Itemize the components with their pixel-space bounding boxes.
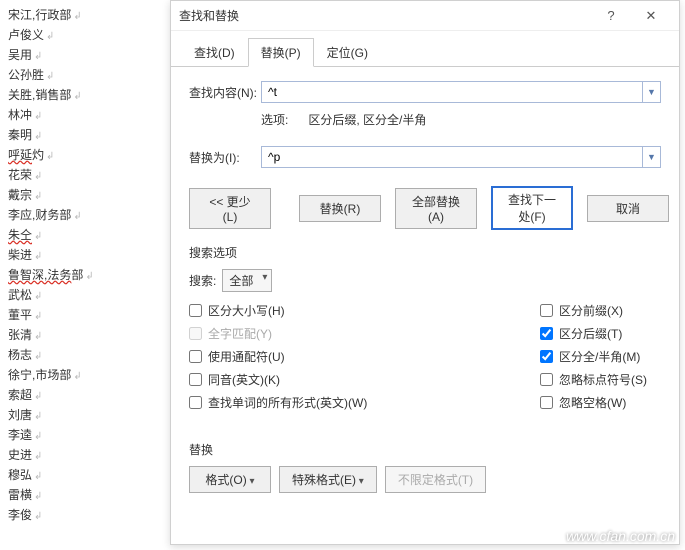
no-format-button: 不限定格式(T)	[385, 466, 486, 493]
find-input-combo: ▼	[261, 81, 661, 103]
doc-line: 史进↲	[8, 446, 162, 466]
close-button[interactable]: ✕	[631, 8, 671, 24]
chk-whole-word: 全字匹配(Y)	[189, 325, 410, 342]
doc-line: 杨志↲	[8, 346, 162, 366]
special-format-button[interactable]: 特殊格式(E)	[279, 466, 377, 493]
tab-replace[interactable]: 替换(P)	[248, 38, 314, 67]
replace-input[interactable]	[262, 147, 642, 167]
replace-format-section: 替换 格式(O) 特殊格式(E) 不限定格式(T)	[189, 441, 661, 493]
doc-line: 张清↲	[8, 326, 162, 346]
doc-line: 林冲↲	[8, 106, 162, 126]
tab-goto[interactable]: 定位(G)	[314, 38, 381, 67]
doc-line: 李应,财务部↲	[8, 206, 162, 226]
dialog-title: 查找和替换	[179, 7, 591, 24]
search-dir-select[interactable]: 全部	[222, 269, 272, 292]
search-dir-label: 搜索:	[189, 272, 216, 289]
find-input[interactable]	[262, 82, 642, 102]
options-value: 区分后缀, 区分全/半角	[308, 113, 426, 127]
doc-line: 卢俊义↲	[8, 26, 162, 46]
chk-suffix[interactable]: 区分后缀(T)	[440, 325, 622, 342]
doc-line: 董平↲	[8, 306, 162, 326]
chk-punctuation[interactable]: 忽略标点符号(S)	[440, 371, 647, 388]
find-options-row: 选项: 区分后缀, 区分全/半角	[261, 111, 661, 128]
replace-section-title: 替换	[189, 441, 661, 458]
watermark: www.cfan.com.cn	[566, 528, 675, 544]
action-buttons: << 更少(L) 替换(R) 全部替换(A) 查找下一处(F) 取消	[189, 186, 661, 230]
find-label: 查找内容(N):	[189, 84, 261, 101]
dialog-body: 查找内容(N): ▼ 选项: 区分后缀, 区分全/半角 替换为(I): ▼	[171, 67, 679, 544]
help-button[interactable]: ?	[591, 8, 631, 23]
document-content: 宋江,行政部↲卢俊义↲吴用↲公孙胜↲关胜,销售部↲林冲↲秦明↲呼延灼↲花荣↲戴宗…	[0, 0, 170, 532]
tab-find[interactable]: 查找(D)	[181, 38, 248, 67]
chk-prefix[interactable]: 区分前缀(X)	[440, 302, 623, 319]
doc-line: 李俊↲	[8, 506, 162, 526]
doc-line: 徐宁,市场部↲	[8, 366, 162, 386]
less-button[interactable]: << 更少(L)	[189, 188, 271, 229]
checkbox-grid: 区分大小写(H) 区分前缀(X) 全字匹配(Y) 区分后缀(T) 使用通配符(U…	[189, 302, 661, 411]
tab-strip: 查找(D) 替换(P) 定位(G)	[171, 31, 679, 67]
doc-line: 呼延灼↲	[8, 146, 162, 166]
replace-dropdown[interactable]: ▼	[642, 147, 660, 167]
doc-line: 吴用↲	[8, 46, 162, 66]
doc-line: 李逵↲	[8, 426, 162, 446]
doc-line: 鲁智深,法务部↲	[8, 266, 162, 286]
chk-whitespace[interactable]: 忽略空格(W)	[440, 394, 626, 411]
doc-line: 穆弘↲	[8, 466, 162, 486]
doc-line: 秦明↲	[8, 126, 162, 146]
replace-button[interactable]: 替换(R)	[299, 195, 381, 222]
replace-input-combo: ▼	[261, 146, 661, 168]
cancel-button[interactable]: 取消	[587, 195, 669, 222]
chk-match-case[interactable]: 区分大小写(H)	[189, 302, 410, 319]
doc-line: 关胜,销售部↲	[8, 86, 162, 106]
chk-word-forms[interactable]: 查找单词的所有形式(英文)(W)	[189, 394, 410, 411]
doc-line: 雷横↲	[8, 486, 162, 506]
doc-line: 柴进↲	[8, 246, 162, 266]
options-label: 选项:	[261, 113, 288, 127]
doc-line: 戴宗↲	[8, 186, 162, 206]
search-direction-row: 搜索: 全部	[189, 269, 661, 292]
doc-line: 花荣↲	[8, 166, 162, 186]
chk-wildcards[interactable]: 使用通配符(U)	[189, 348, 410, 365]
chk-fullwidth[interactable]: 区分全/半角(M)	[440, 348, 640, 365]
search-options-title: 搜索选项	[189, 244, 661, 261]
titlebar: 查找和替换 ? ✕	[171, 1, 679, 31]
replace-all-button[interactable]: 全部替换(A)	[395, 188, 477, 229]
doc-line: 宋江,行政部↲	[8, 6, 162, 26]
find-dropdown[interactable]: ▼	[642, 82, 660, 102]
doc-line: 武松↲	[8, 286, 162, 306]
find-next-button[interactable]: 查找下一处(F)	[491, 186, 573, 230]
doc-line: 公孙胜↲	[8, 66, 162, 86]
chk-sounds-like[interactable]: 同音(英文)(K)	[189, 371, 410, 388]
doc-line: 刘唐↲	[8, 406, 162, 426]
find-replace-dialog: 查找和替换 ? ✕ 查找(D) 替换(P) 定位(G) 查找内容(N): ▼ 选…	[170, 0, 680, 545]
doc-line: 索超↲	[8, 386, 162, 406]
format-button[interactable]: 格式(O)	[189, 466, 271, 493]
replace-label: 替换为(I):	[189, 149, 261, 166]
doc-line: 朱仝↲	[8, 226, 162, 246]
